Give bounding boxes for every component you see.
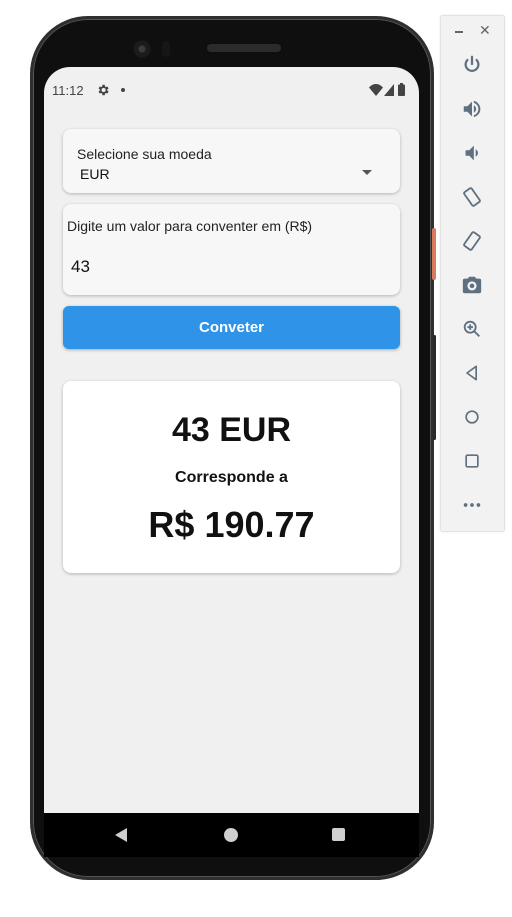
home-icon[interactable] (460, 405, 484, 429)
front-camera-icon (133, 40, 151, 58)
result-source-amount: 43 EUR (171, 411, 292, 449)
dropdown-arrow-icon[interactable] (362, 170, 372, 175)
result-converted-value: R$ 190.77 (148, 504, 315, 545)
phone-earpiece (207, 44, 281, 52)
result-card: 43 EUR Corresponde a R$ 190.77 (63, 381, 400, 573)
currency-select-value[interactable]: EUR (80, 166, 110, 182)
battery-icon (398, 83, 405, 96)
rotate-left-icon[interactable] (460, 185, 484, 209)
volume-up-icon[interactable] (460, 97, 484, 121)
notification-dot-icon (121, 88, 125, 92)
power-icon[interactable] (460, 53, 484, 77)
nav-recents-icon[interactable] (332, 828, 345, 841)
amount-input-field[interactable]: Digite um valor para conventer em (R$) (63, 204, 400, 295)
currency-select-label: Selecione sua moeda (77, 146, 212, 162)
currency-select[interactable]: Selecione sua moeda EUR (63, 129, 400, 193)
result-caption: Corresponde a (175, 469, 288, 486)
amount-input[interactable] (71, 257, 371, 277)
signal-icon (384, 84, 394, 96)
phone-volume-rocker (433, 335, 436, 440)
volume-down-icon[interactable] (460, 141, 484, 165)
minimize-icon[interactable] (455, 31, 463, 33)
rotate-right-icon[interactable] (460, 229, 484, 253)
proximity-sensor (162, 41, 170, 57)
app-screen: 11:12 Selecione sua moeda EUR Digite um … (44, 67, 419, 813)
emulator-toolbar: ✕ (441, 16, 504, 531)
navigation-bar (44, 813, 419, 857)
close-icon[interactable]: ✕ (479, 22, 491, 38)
amount-input-label: Digite um valor para conventer em (R$) (67, 218, 313, 234)
camera-icon[interactable] (460, 273, 484, 297)
more-icon[interactable] (460, 493, 484, 517)
settings-gear-icon (98, 84, 109, 96)
overview-icon[interactable] (460, 449, 484, 473)
wifi-icon (369, 84, 383, 96)
nav-home-icon[interactable] (224, 828, 238, 842)
phone-power-button (432, 228, 436, 280)
zoom-icon[interactable] (460, 317, 484, 341)
status-bar: 11:12 (44, 67, 419, 113)
nav-back-icon[interactable] (115, 828, 127, 842)
status-time: 11:12 (52, 83, 84, 98)
convert-button[interactable]: Conveter (63, 306, 400, 349)
back-icon[interactable] (460, 361, 484, 385)
